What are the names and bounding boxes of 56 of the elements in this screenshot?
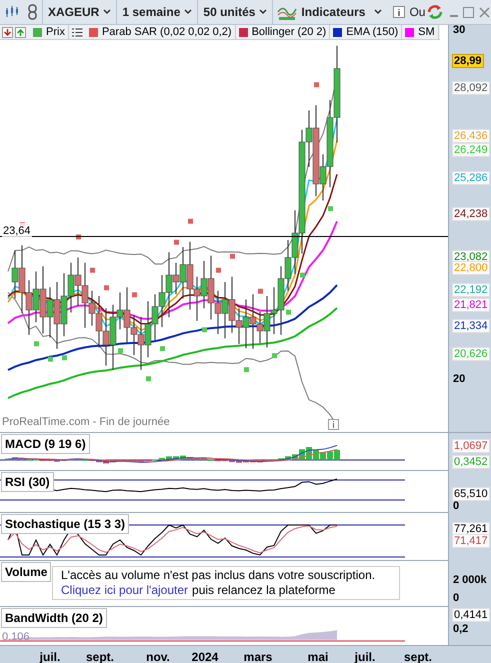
- legend-item[interactable]: Prix: [30, 25, 69, 40]
- legend-item[interactable]: SM: [402, 25, 439, 40]
- axis-label: 28,092: [452, 81, 490, 95]
- more-button[interactable]: Ou: [409, 3, 426, 21]
- axis-label: 26,436: [452, 129, 490, 143]
- axis-label: 0,3452: [452, 455, 490, 469]
- axis-label: 22,800: [452, 261, 490, 275]
- panel-title: BandWidth (20 2): [1, 608, 107, 628]
- info-icon[interactable]: [393, 6, 406, 18]
- value-label: 0,106: [2, 630, 30, 645]
- list-icon[interactable]: [72, 28, 83, 36]
- info-icon[interactable]: [328, 419, 339, 430]
- close-icon[interactable]: [479, 6, 490, 18]
- axis-label: 21,821: [452, 298, 490, 312]
- date-label: mai: [308, 649, 328, 663]
- down-arrow-icon[interactable]: [2, 26, 13, 38]
- axis-label: 26,249: [452, 143, 490, 157]
- subscribe-link[interactable]: Cliquez ici pour l'ajouter: [61, 583, 188, 597]
- axis-label: 0,2: [452, 623, 470, 635]
- up-arrow-icon[interactable]: [15, 26, 26, 38]
- candles-icon[interactable]: [4, 5, 20, 19]
- axis-label: 25,286: [452, 171, 490, 185]
- axis-label: 71,417: [452, 534, 490, 548]
- axis-label: 2 000k: [452, 574, 488, 586]
- axis-label: 20,626: [452, 347, 490, 361]
- date-label: mars: [244, 649, 272, 663]
- axis-label: 0: [452, 500, 460, 512]
- caret-icon[interactable]: [374, 9, 382, 15]
- notice-text: L'accès au volume n'est pas inclus dans votre souscription.: [61, 568, 376, 583]
- axis-label: 28,99: [452, 54, 484, 68]
- legend-item[interactable]: EMA (150): [330, 25, 402, 40]
- axis-label: 21,334: [452, 319, 490, 333]
- axis-label: 24,238: [452, 207, 490, 221]
- date-label: 2024: [192, 649, 218, 663]
- caret-icon: [259, 9, 268, 15]
- panel-title: Volume: [1, 562, 52, 582]
- refresh-icon[interactable]: [426, 3, 444, 21]
- date-label: nov.: [146, 649, 170, 663]
- legend-item[interactable]: Parab SAR (0,02 0,02 0,2): [86, 25, 236, 40]
- notice-text: puis relancez la plateforme: [192, 583, 336, 597]
- axis-label: 65,510: [452, 487, 490, 501]
- caret-icon: [184, 9, 192, 15]
- axis-label: 22,192: [452, 283, 490, 297]
- panel-title: Stochastique (15 3 3): [1, 514, 130, 534]
- axis-label: 30: [452, 24, 466, 36]
- axis-label: 0,4141: [452, 608, 490, 622]
- axis-label: 20: [452, 373, 466, 385]
- maximize-icon[interactable]: [463, 6, 474, 18]
- level-label: 23,64: [2, 223, 32, 240]
- axis-label: 1,0697: [452, 439, 490, 453]
- caret-icon: [103, 9, 112, 15]
- axis-label: 0: [452, 592, 460, 604]
- panel-title: MACD (9 19 6): [1, 434, 90, 454]
- legend-item[interactable]: Bollinger (20 2): [236, 25, 330, 40]
- panel-title: RSI (30): [1, 472, 54, 492]
- watermark-text: ProRealTime.com - Fin de journée: [2, 414, 170, 430]
